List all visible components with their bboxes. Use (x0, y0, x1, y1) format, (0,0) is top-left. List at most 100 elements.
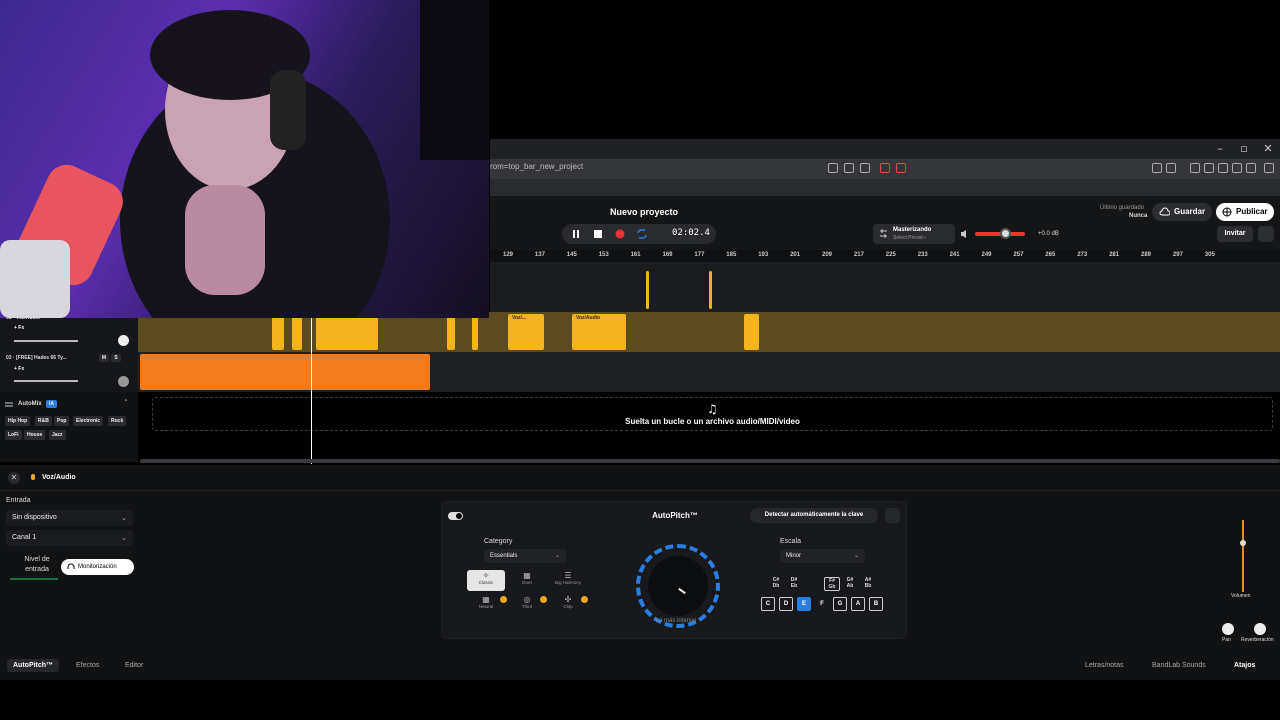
extension-icon[interactable] (828, 163, 838, 173)
reverb-knob[interactable] (1254, 623, 1266, 635)
key-f-sharp[interactable]: F# Gb (824, 577, 840, 591)
master-volume-knob[interactable] (1000, 228, 1011, 239)
speaker-icon[interactable] (960, 229, 970, 239)
track-name[interactable]: 03 · [FREE] Hades 66 Ty... (6, 355, 67, 361)
track-volume-slider[interactable] (14, 380, 78, 382)
menu-icon[interactable] (1264, 163, 1274, 173)
solo-button[interactable]: S (111, 354, 121, 362)
audio-clip[interactable] (744, 314, 759, 350)
genre-chip[interactable]: R&B (35, 416, 52, 426)
device-dropdown[interactable]: Sin dispositivo ⌄ (6, 510, 133, 526)
genre-chip[interactable]: LoFi (5, 430, 22, 440)
share-icon[interactable] (860, 163, 870, 173)
track-lane-2[interactable]: Voz/... Voz/Audio (138, 312, 1280, 352)
key-a-sharp[interactable]: A# Bb (860, 577, 876, 589)
invite-button[interactable]: Invitar (1217, 226, 1253, 242)
category-dropdown[interactable]: Essentials ⌄ (484, 549, 566, 563)
genre-chip[interactable]: Pop (54, 416, 70, 426)
preset-classic[interactable]: ✧ Classic (467, 570, 505, 591)
sidebar-icon[interactable] (1204, 163, 1214, 173)
sounds-tab[interactable]: BandLab Sounds (1146, 659, 1212, 672)
audio-clip[interactable]: Voz/... (508, 314, 544, 350)
fader-handle[interactable] (1240, 540, 1246, 546)
maximize-button[interactable]: ▫ (1232, 141, 1256, 157)
genre-chip[interactable]: House (24, 430, 46, 440)
genre-chip[interactable]: Jazz (49, 430, 66, 440)
cast-icon[interactable] (844, 163, 854, 173)
puzzle-icon[interactable] (1152, 163, 1162, 173)
timeline-ruler[interactable]: 129 137 145 153 161 169 177 185 193 201 209 217 225 2… (490, 250, 1280, 262)
key-f[interactable]: F (815, 597, 829, 611)
add-fx-button[interactable]: + Fx (14, 325, 24, 331)
preset-big-harmony[interactable]: ☰ Big Harmony (549, 570, 587, 591)
record-icon[interactable] (614, 228, 626, 240)
preset-duet[interactable]: ▦ Duet (508, 570, 546, 591)
channel-dropdown[interactable]: Canal 1 ⌄ (6, 530, 133, 546)
intensity-dial[interactable] (636, 544, 720, 628)
add-fx-button[interactable]: + Fx (14, 366, 24, 372)
brave-shield-icon[interactable] (880, 163, 890, 173)
audio-clip[interactable] (292, 314, 302, 350)
address-bar[interactable]: rom=top_bar_new_project (490, 159, 1280, 179)
key-c[interactable]: C (761, 597, 775, 611)
key-b[interactable]: B (869, 597, 883, 611)
key-a[interactable]: A (851, 597, 865, 611)
wallet-icon[interactable] (1166, 163, 1176, 173)
close-window-button[interactable]: ✕ (1256, 141, 1280, 157)
project-title[interactable]: Nuevo proyecto (610, 207, 678, 217)
audio-clip[interactable] (316, 314, 378, 350)
key-g-sharp[interactable]: G# Ab (842, 577, 858, 589)
ai-icon[interactable] (1232, 163, 1242, 173)
bookmark-icon[interactable] (1218, 163, 1228, 173)
pan-knob[interactable] (118, 376, 129, 387)
detect-key-button[interactable]: Detectar automáticamente la clave (750, 508, 878, 523)
pan-knob[interactable] (1222, 623, 1234, 635)
horizontal-scrollbar[interactable] (140, 459, 1280, 463)
audio-clip[interactable] (709, 271, 712, 309)
editor-tab[interactable]: Editor (119, 659, 149, 672)
track-lane-1[interactable] (490, 262, 1280, 312)
audio-clip[interactable] (272, 314, 284, 350)
key-d-sharp[interactable]: D# Eb (786, 577, 802, 589)
pause-icon[interactable] (570, 228, 582, 240)
track-volume-fader[interactable] (1242, 520, 1244, 592)
loop-icon[interactable] (636, 228, 648, 240)
settings-icon[interactable] (885, 508, 900, 523)
playhead[interactable] (311, 318, 312, 464)
instrumental-clip[interactable] (140, 354, 430, 390)
genre-chip[interactable]: Rock (108, 416, 127, 426)
key-c-sharp[interactable]: C# Db (768, 577, 784, 589)
audio-clip[interactable] (646, 271, 649, 309)
rewards-icon[interactable] (896, 163, 906, 173)
track-volume-slider[interactable] (14, 340, 78, 342)
save-button[interactable]: Guardar (1152, 203, 1212, 221)
key-e[interactable]: E (797, 597, 811, 611)
scale-dropdown[interactable]: Minor ⌄ (780, 549, 865, 563)
lyrics-tab[interactable]: Letras/notas (1079, 659, 1130, 672)
effects-tab[interactable]: Efectos (70, 659, 105, 672)
stop-icon[interactable] (592, 228, 604, 240)
monitoring-button[interactable]: Monitorización (61, 559, 134, 575)
chat-button[interactable] (1258, 226, 1274, 242)
chevron-up-icon[interactable]: ˄ (124, 399, 128, 407)
pan-knob[interactable] (118, 335, 129, 346)
genre-chip[interactable]: Hip Hop (5, 416, 31, 426)
publish-button[interactable]: Publicar (1216, 203, 1274, 221)
close-icon[interactable]: ✕ (8, 472, 20, 484)
vpn-icon[interactable] (1246, 163, 1256, 173)
key-d[interactable]: D (779, 597, 793, 611)
url-text[interactable]: rom=top_bar_new_project (490, 162, 583, 171)
shortcuts-tab[interactable]: Atajos (1228, 659, 1261, 672)
drop-zone[interactable]: ♫ Suelta un bucle o un archivo audio/MID… (152, 397, 1273, 431)
music-icon[interactable] (1190, 163, 1200, 173)
genre-chip[interactable]: Electronic (73, 416, 104, 426)
mastering-button[interactable]: Masterizando Select Preset › (873, 224, 955, 244)
track-lane-3[interactable] (138, 352, 1280, 392)
autopitch-tab[interactable]: AutoPitch™ (7, 659, 60, 672)
audio-clip[interactable] (472, 314, 478, 350)
mute-button[interactable]: M (99, 354, 109, 362)
audio-clip[interactable]: Voz/Audio (572, 314, 626, 350)
audio-clip[interactable] (447, 314, 455, 350)
key-g[interactable]: G (833, 597, 847, 611)
minimize-button[interactable]: – (1208, 141, 1232, 157)
